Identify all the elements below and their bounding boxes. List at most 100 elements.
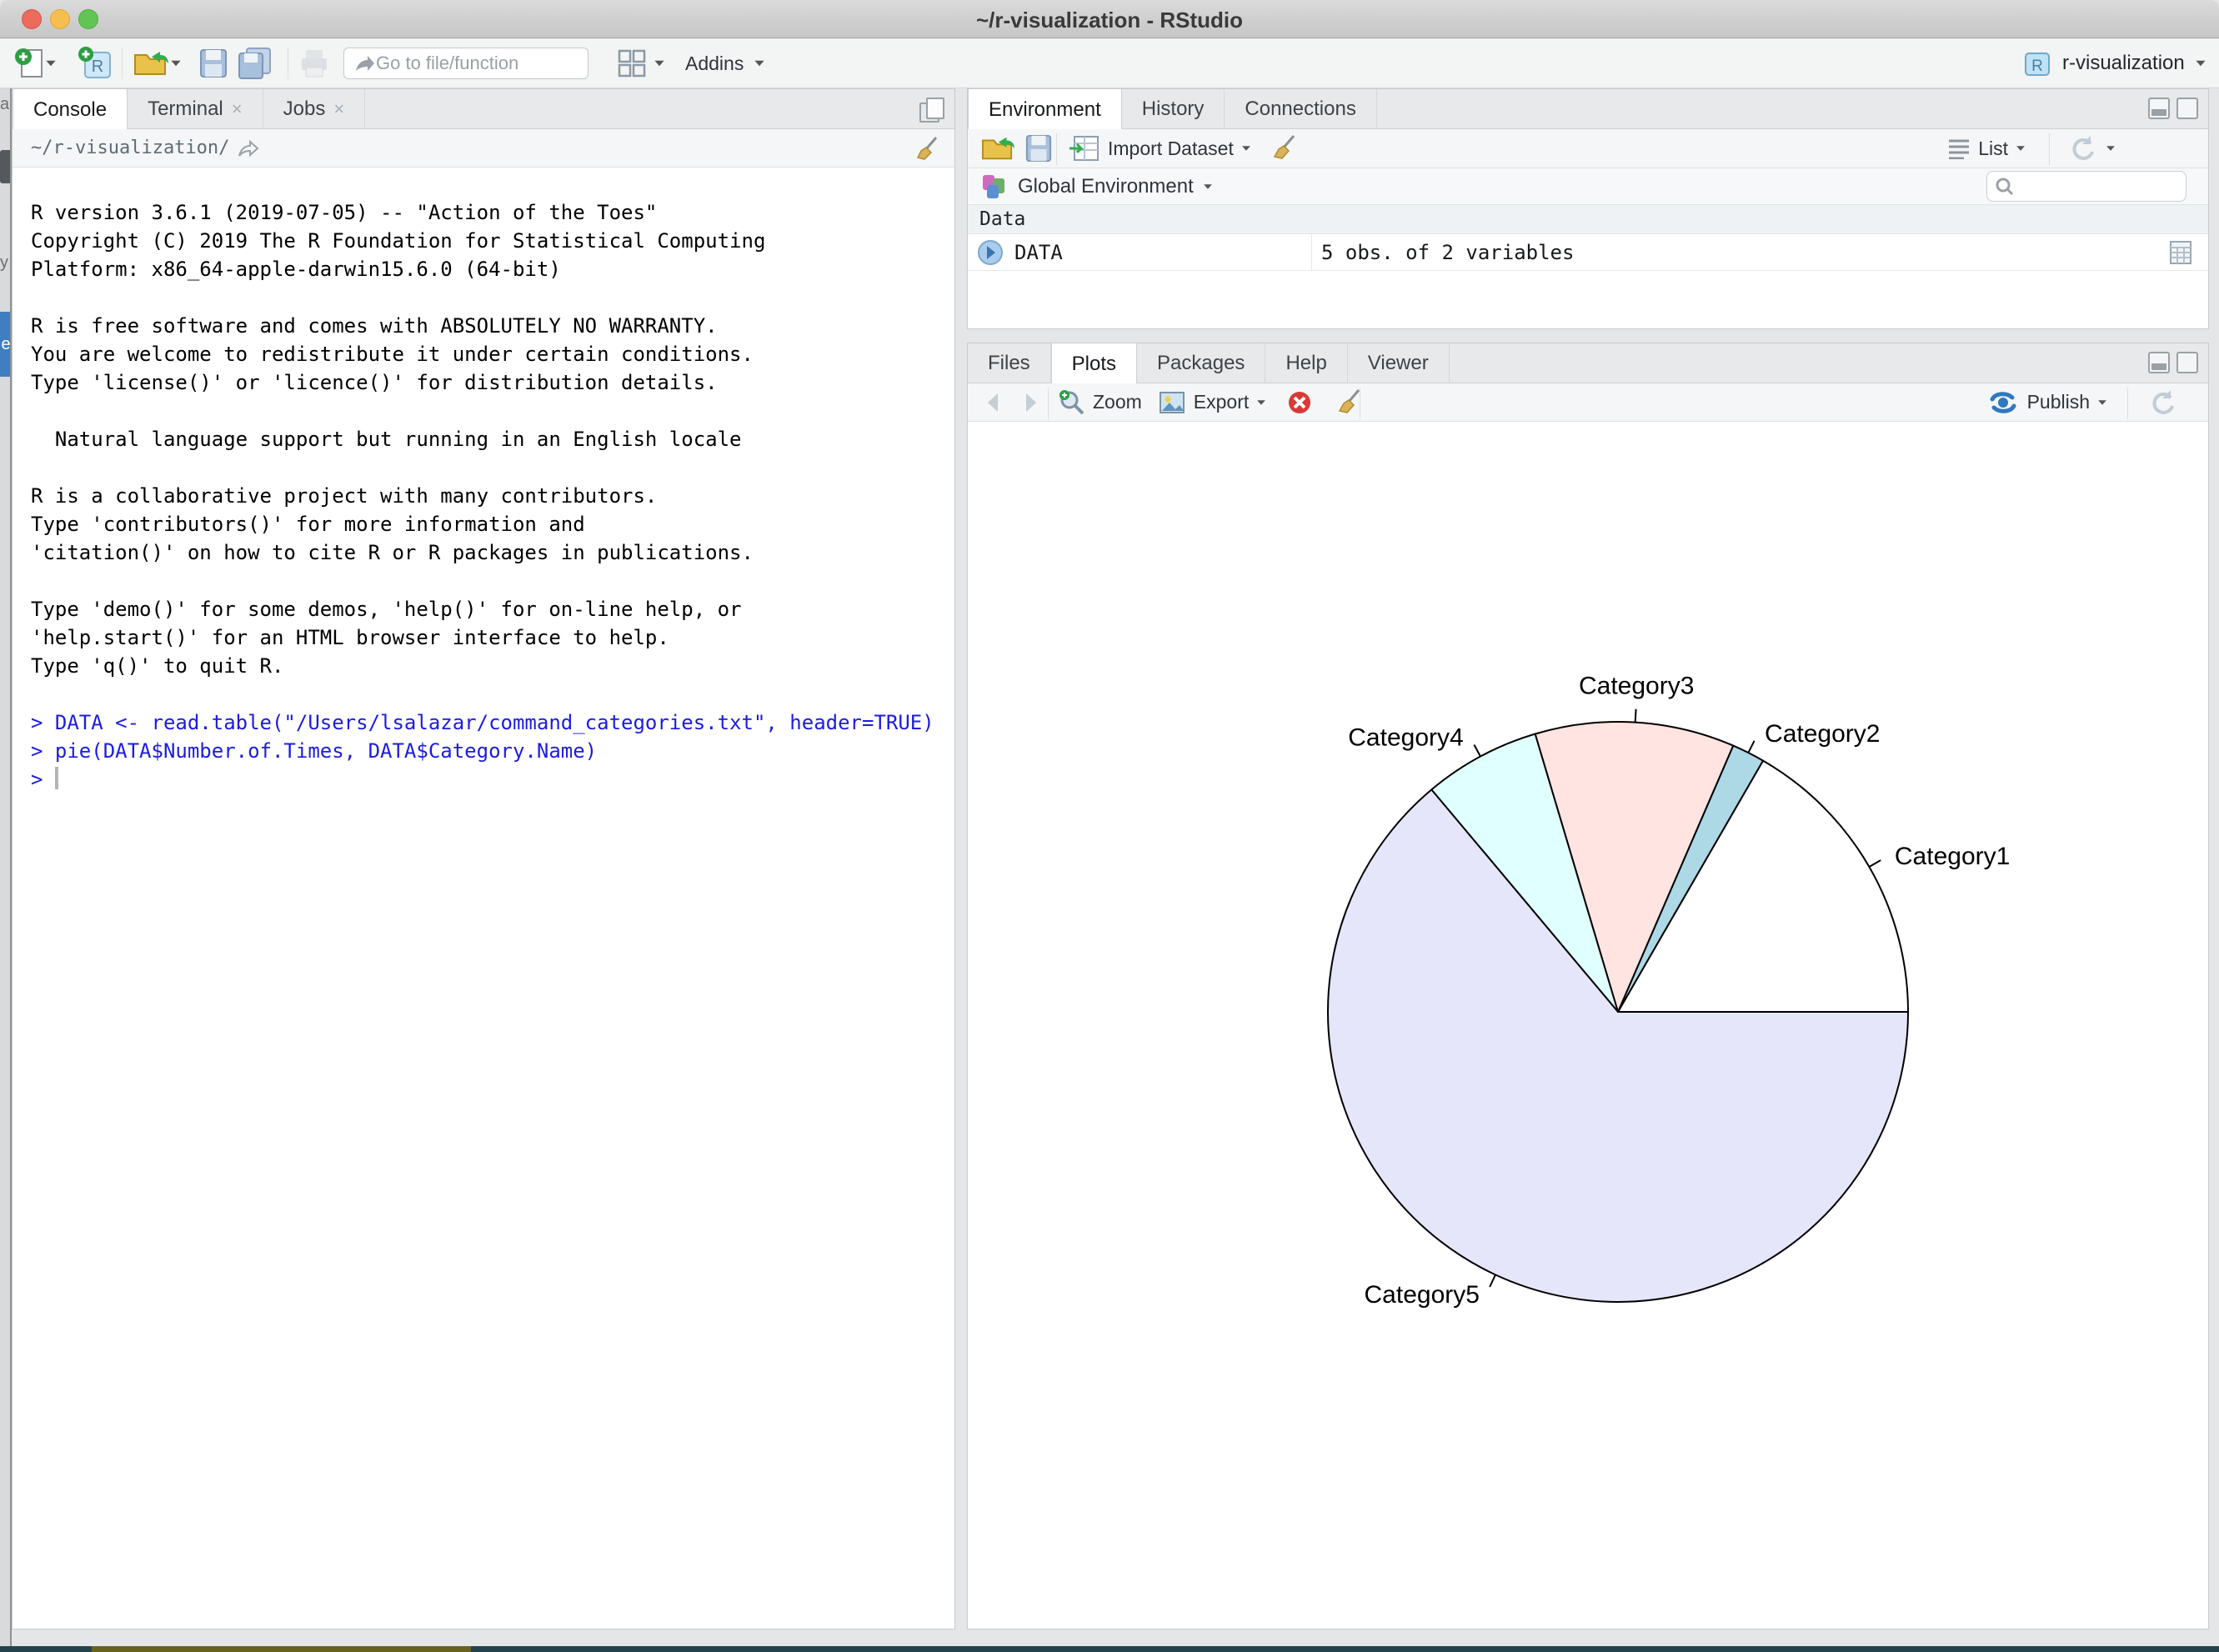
expand-object-icon[interactable] <box>976 238 1004 267</box>
tab-console[interactable]: Console <box>13 89 128 130</box>
pie-label-category4: Category4 <box>1348 724 1463 752</box>
tab-label: Console <box>33 98 107 122</box>
scope-caret[interactable] <box>1204 184 1212 189</box>
clear-environment-broom-icon[interactable] <box>1270 133 1299 163</box>
tab-help[interactable]: Help <box>1265 343 1347 383</box>
maximize-pane-icon[interactable] <box>2176 98 2198 119</box>
environment-pane: Environment History Connections <box>967 88 2209 329</box>
minimize-pane-icon[interactable] <box>2148 352 2170 373</box>
new-project-button[interactable]: R <box>77 46 113 81</box>
svg-text:R: R <box>92 58 103 76</box>
object-value: 5 obs. of 2 variables <box>1321 241 1574 264</box>
edge-icon-fragment <box>0 150 12 183</box>
import-dataset-icon <box>1068 133 1101 163</box>
view-table-icon[interactable] <box>2168 239 2193 266</box>
plots-tabbar: Files Plots Packages Help Viewer <box>968 343 2208 383</box>
tab-label: Jobs <box>283 98 326 121</box>
publish-caret <box>2098 400 2106 405</box>
tab-history[interactable]: History <box>1122 89 1225 129</box>
goto-file-input[interactable] <box>376 53 568 74</box>
maximize-pane-icon[interactable] <box>2176 352 2198 373</box>
environment-scope-label[interactable]: Global Environment <box>1018 175 1194 198</box>
tab-viewer[interactable]: Viewer <box>1348 343 1450 383</box>
tab-files[interactable]: Files <box>968 343 1051 383</box>
save-all-icon <box>237 47 273 80</box>
clear-console-broom-icon[interactable] <box>913 134 941 163</box>
console-output-line: R is free software and comes with ABSOLU… <box>31 312 954 340</box>
tab-label: Plots <box>1072 353 1116 376</box>
refresh-environment-button[interactable] <box>2066 133 2116 164</box>
list-view-button[interactable]: List <box>1946 138 2026 160</box>
publish-plot-button[interactable]: Publish <box>1986 388 2108 418</box>
tab-label: History <box>1142 98 1205 121</box>
console-output-line: Platform: x86_64-apple-darwin15.6.0 (64-… <box>31 255 954 283</box>
forward-arrow-icon[interactable] <box>1014 390 1043 415</box>
label-tick <box>1474 745 1480 757</box>
tab-terminal[interactable]: Terminal× <box>128 89 263 129</box>
tab-plots[interactable]: Plots <box>1051 343 1137 384</box>
list-icon <box>1946 138 1971 159</box>
zoom-plot-button[interactable]: Zoom <box>1058 388 1142 417</box>
tab-packages[interactable]: Packages <box>1137 343 1265 383</box>
goto-directory-icon[interactable] <box>236 138 261 159</box>
console-input-line: > pie(DATA$Number.of.Times, DATA$Categor… <box>31 737 954 765</box>
print-icon <box>298 48 330 79</box>
console-output-line: 'citation()' on how to cite R or R packa… <box>31 538 954 567</box>
environment-toolbar: Import Dataset List <box>968 129 2208 168</box>
main-toolbar: R <box>0 39 2219 88</box>
new-project-icon: R <box>77 46 113 81</box>
new-file-button[interactable] <box>13 46 57 81</box>
tab-connections[interactable]: Connections <box>1225 89 1376 129</box>
edge-fragment: y <box>0 253 12 273</box>
console-output-line <box>31 453 954 482</box>
tab-environment[interactable]: Environment <box>968 89 1122 130</box>
close-tab-icon[interactable]: × <box>232 98 243 120</box>
console-output-line: R is a collaborative project with many c… <box>31 482 954 510</box>
save-workspace-icon[interactable] <box>1024 133 1053 163</box>
remove-plot-icon[interactable] <box>1285 388 1314 417</box>
close-tab-icon[interactable]: × <box>333 98 344 120</box>
minimize-pane-icon[interactable] <box>2148 98 2170 119</box>
tab-label: Packages <box>1157 352 1245 375</box>
background-strip-segment <box>92 1646 471 1652</box>
addins-button[interactable]: Addins <box>685 46 765 81</box>
tab-label: Connections <box>1245 98 1355 121</box>
env-object-row[interactable]: DATA5 obs. of 2 variables <box>968 234 2208 271</box>
open-workspace-icon[interactable] <box>979 133 1016 164</box>
open-file-button[interactable] <box>132 46 182 81</box>
environment-search-box[interactable] <box>1986 171 2186 202</box>
label-tick <box>1869 860 1881 867</box>
console-prompt-line[interactable]: > <box>31 765 954 793</box>
text-cursor <box>55 767 58 789</box>
refresh-caret <box>2106 146 2115 151</box>
title-bar[interactable]: ~/r-visualization - RStudio <box>0 0 2219 38</box>
back-arrow-icon[interactable] <box>981 390 1009 415</box>
tab-label: Viewer <box>1368 352 1429 375</box>
goto-file-box[interactable] <box>343 48 589 79</box>
save-all-button[interactable] <box>237 46 273 81</box>
plots-toolbar: Zoom Export <box>968 383 2208 422</box>
save-button[interactable] <box>198 46 228 81</box>
project-menu-button[interactable]: R r-visualization <box>2021 46 2206 81</box>
console-output-line: R version 3.6.1 (2019-07-05) -- "Action … <box>31 198 954 227</box>
tab-label: Environment <box>989 98 1101 122</box>
print-button[interactable] <box>298 46 330 81</box>
env-object-list: DATA5 obs. of 2 variables <box>968 234 2208 271</box>
edge-fragment: a <box>0 95 12 114</box>
plots-pane: Files Plots Packages Help Viewer Zoom <box>967 343 2209 1629</box>
console-output-line: Type 'contributors()' for more informati… <box>31 510 954 538</box>
panes-layout-button[interactable] <box>615 46 665 81</box>
environment-cube-icon <box>979 172 1009 202</box>
pie-label-category1: Category1 <box>1895 843 2010 870</box>
export-plot-button[interactable]: Export <box>1157 389 1267 416</box>
popout-pane-icon[interactable] <box>919 98 944 121</box>
publish-plot-label: Publish <box>2027 391 2090 413</box>
refresh-plot-icon[interactable] <box>2146 387 2178 418</box>
import-dataset-button[interactable]: Import Dataset <box>1068 133 1252 163</box>
tab-jobs[interactable]: Jobs × <box>263 89 366 129</box>
environment-search-input[interactable] <box>2016 177 2174 196</box>
edge-selected-fragment: e <box>0 312 12 377</box>
console-output[interactable]: R version 3.6.1 (2019-07-05) -- "Action … <box>13 168 954 1629</box>
background-window-edge: a y e <box>0 88 12 1646</box>
project-cube-icon: R <box>2021 47 2054 80</box>
